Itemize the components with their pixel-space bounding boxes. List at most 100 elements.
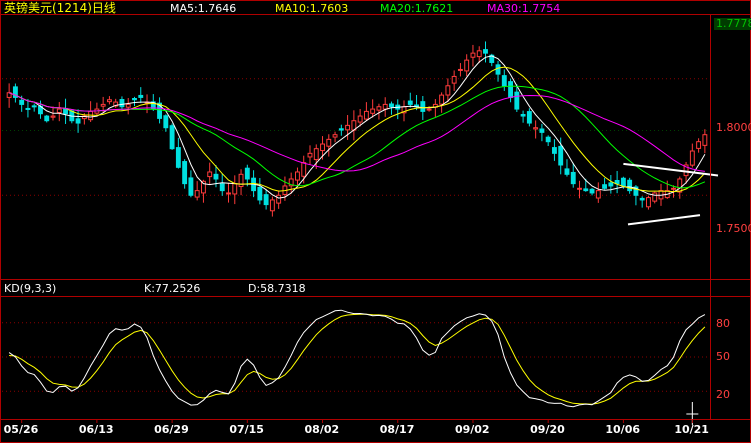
- outer-border: [0, 0, 751, 443]
- candle-body: [689, 150, 695, 166]
- candle-body: [608, 182, 614, 187]
- candle-body: [257, 186, 263, 201]
- candle-body: [476, 50, 482, 58]
- candle-body: [363, 110, 369, 120]
- candle-body: [677, 178, 683, 193]
- ma20-line: [8, 85, 706, 189]
- candle-body: [56, 108, 62, 113]
- candle-body: [307, 152, 313, 158]
- candlestick-series: [6, 41, 708, 217]
- kd-k-value: K:77.2526: [144, 282, 201, 295]
- candle-body: [696, 141, 702, 149]
- candle-body: [182, 161, 188, 185]
- candle-body: [295, 171, 300, 181]
- candle-body: [376, 106, 382, 111]
- date-tick-label: 10/21: [674, 423, 709, 436]
- date-tick-label: 10/06: [605, 423, 641, 436]
- candle-body: [420, 101, 426, 112]
- candle-body: [263, 194, 269, 206]
- date-tick-label: 07/15: [229, 423, 264, 436]
- candle-body: [702, 134, 708, 146]
- date-tick-label: 09/20: [530, 423, 565, 436]
- candle-body: [75, 118, 81, 124]
- candle-body: [119, 99, 125, 108]
- kd-d-line: [9, 313, 706, 405]
- kd-ref-20: 20: [716, 388, 730, 401]
- candle-body: [389, 103, 394, 108]
- candle-body: [451, 75, 457, 84]
- candle-body: [620, 177, 626, 187]
- candle-body: [320, 143, 325, 152]
- kd-title: KD(9,3,3): [4, 282, 57, 295]
- candle-body: [501, 75, 507, 87]
- candle-body: [627, 179, 633, 192]
- candle-body: [163, 115, 169, 129]
- candle-body: [194, 190, 200, 198]
- ma20-legend: MA20:1.7621: [380, 2, 454, 15]
- candle-body: [464, 59, 470, 72]
- candle-body: [50, 115, 56, 118]
- candle-body: [514, 91, 520, 110]
- kd-k-line: [8, 309, 706, 408]
- candle-body: [602, 184, 608, 189]
- ma10-legend: MA10:1.7603: [275, 2, 349, 15]
- candle-body: [226, 192, 231, 195]
- chart-frame: [0, 0, 751, 443]
- ma30-legend: MA30:1.7754: [487, 2, 561, 15]
- resistance-trend-line: [623, 162, 719, 177]
- kd-indicator-lines: [8, 309, 706, 408]
- date-tick-label: 06/13: [78, 423, 114, 436]
- candle-body: [595, 190, 601, 199]
- candle-body: [577, 187, 582, 190]
- candle-body: [508, 81, 514, 98]
- date-tick-label: 08/02: [304, 423, 340, 436]
- candle-body: [457, 68, 463, 71]
- date-tick-label: 09/02: [454, 423, 490, 436]
- candle-body: [169, 125, 175, 150]
- candle-body: [313, 148, 319, 161]
- date-tick-label: 08/17: [379, 423, 415, 436]
- candle-body: [558, 145, 564, 166]
- candle-body: [25, 107, 31, 110]
- candle-body: [639, 197, 645, 201]
- date-tick-label: 05/26: [3, 423, 39, 436]
- support-trend-line: [627, 214, 701, 226]
- candle-body: [357, 115, 363, 123]
- candle-body: [564, 168, 570, 175]
- candle-body: [213, 173, 219, 180]
- candle-body: [370, 108, 376, 114]
- date-tick-label: 06/29: [154, 423, 189, 436]
- candle-body: [207, 171, 213, 178]
- candle-body: [551, 147, 557, 154]
- candle-body: [244, 167, 250, 180]
- kd-ref-50: 50: [716, 350, 730, 363]
- candle-body: [570, 171, 576, 185]
- candle-body: [583, 188, 589, 192]
- candle-body: [671, 187, 676, 190]
- candle-body: [545, 136, 551, 143]
- candle-body: [301, 162, 307, 177]
- candle-body: [652, 192, 658, 202]
- candle-body: [125, 103, 131, 108]
- candle-body: [232, 183, 238, 195]
- candle-body: [382, 103, 388, 110]
- chart-title: 英镑美元(1214)日线: [4, 1, 116, 15]
- price-label-1-8000: 1.8000: [716, 121, 751, 134]
- candle-body: [100, 103, 106, 107]
- candle-body: [407, 100, 413, 105]
- candle-body: [132, 98, 137, 101]
- candle-body: [175, 147, 181, 168]
- candle-body: [44, 115, 50, 122]
- candle-body: [495, 64, 501, 75]
- ma5-line: [8, 55, 706, 199]
- candle-body: [445, 85, 451, 96]
- candle-body: [19, 99, 25, 105]
- price-label-current: 1.7778: [714, 18, 751, 30]
- kd-d-value: D:58.7318: [248, 282, 306, 295]
- stock-chart[interactable]: [0, 0, 751, 443]
- candle-body: [326, 138, 332, 147]
- candle-body: [338, 128, 344, 131]
- candle-body: [483, 49, 488, 54]
- candle-body: [188, 177, 194, 196]
- candle-body: [31, 105, 37, 108]
